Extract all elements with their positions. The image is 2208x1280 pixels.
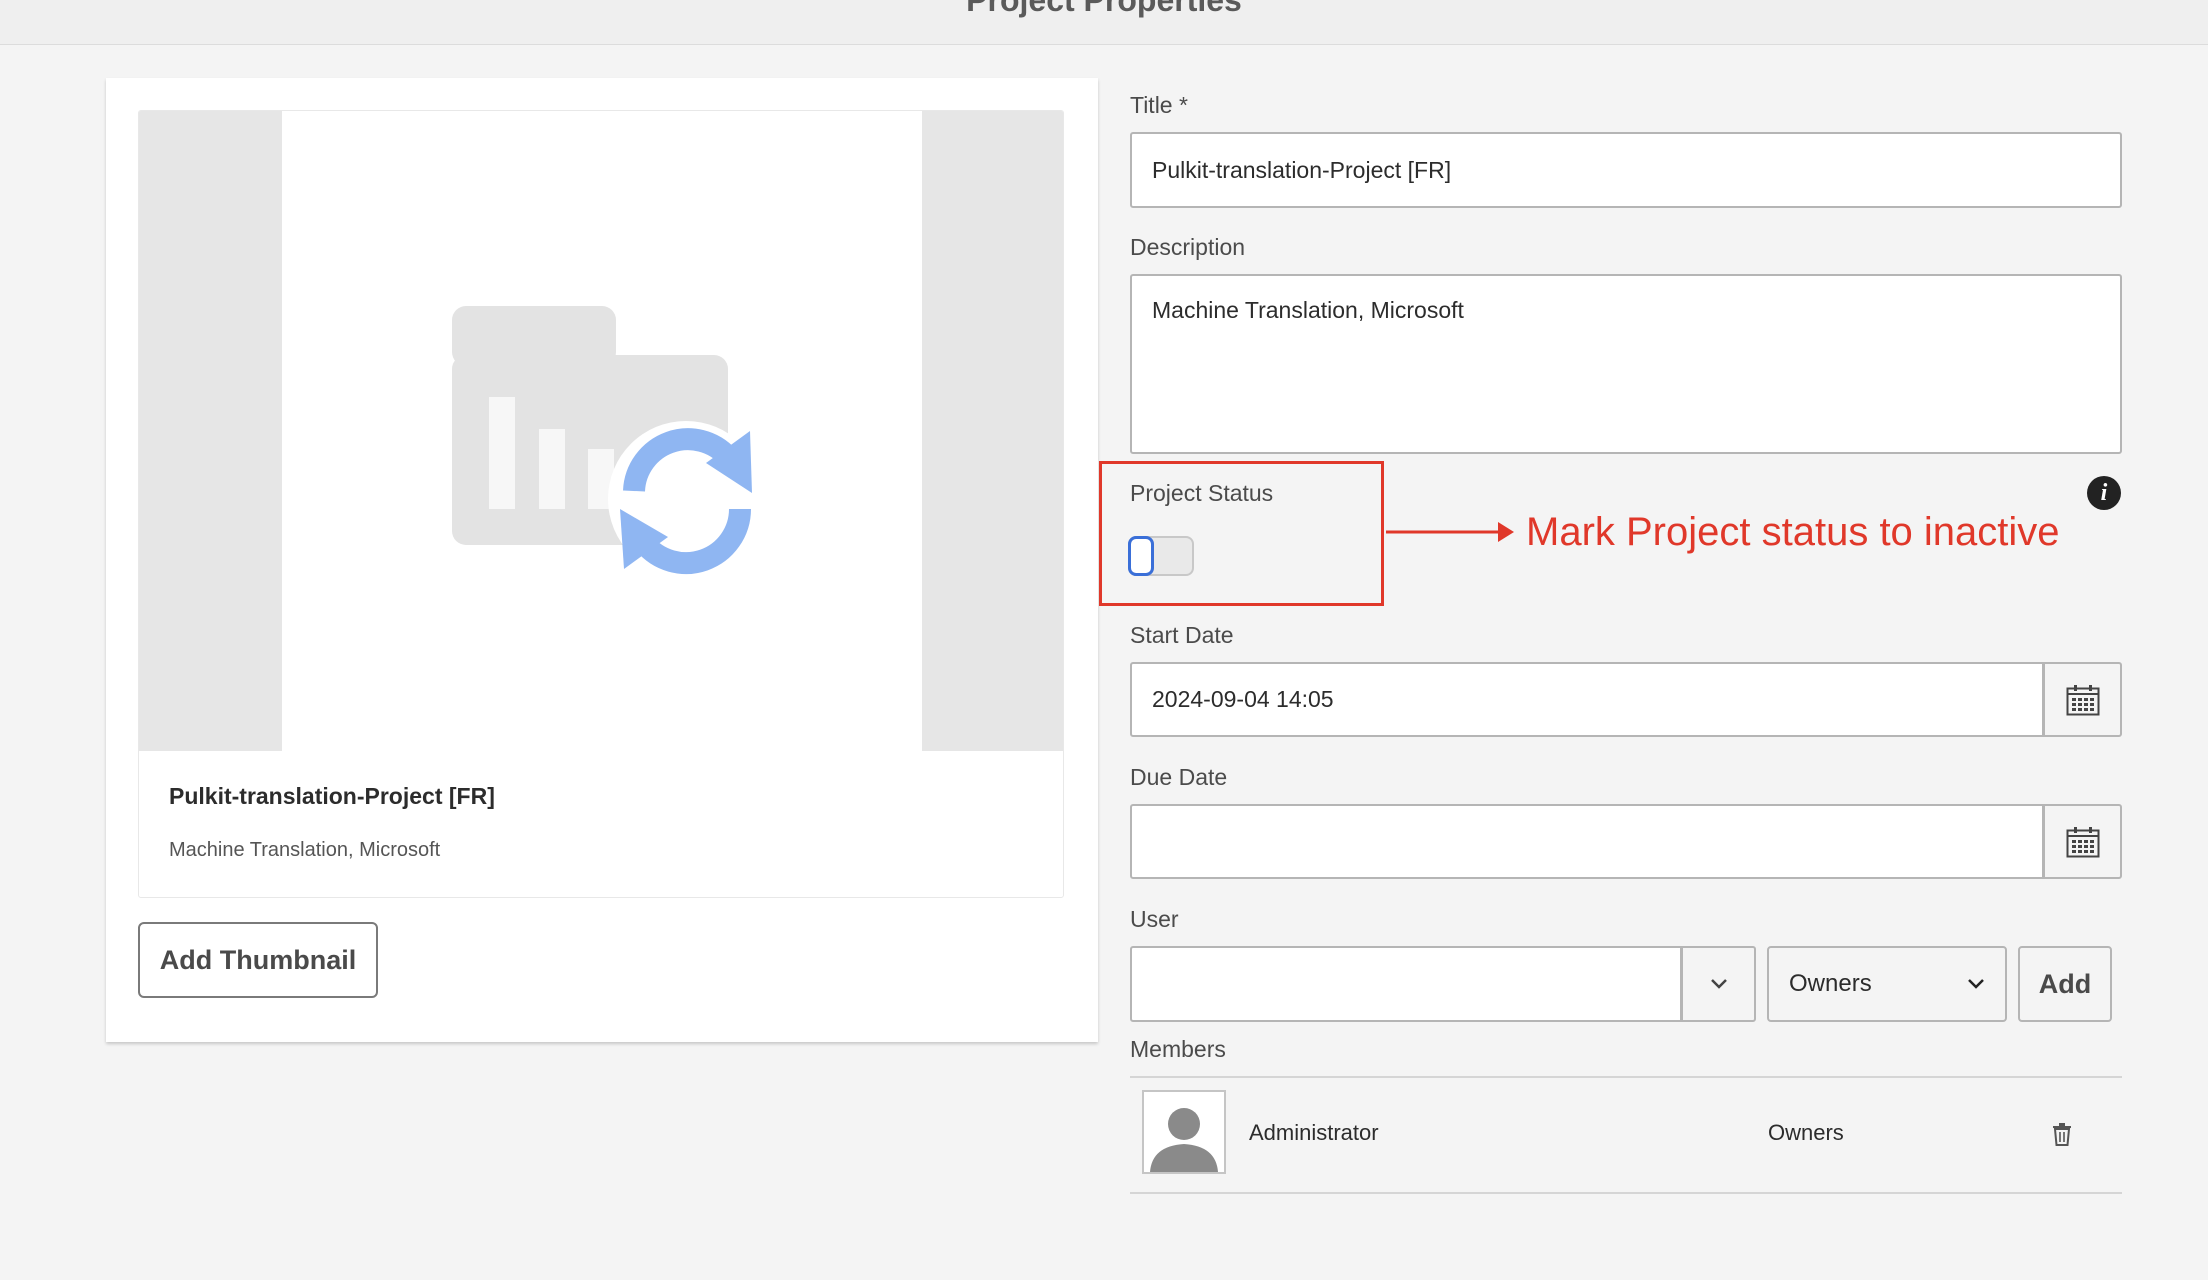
- calendar-icon: [2066, 826, 2099, 857]
- trash-icon[interactable]: [2052, 1122, 2072, 1146]
- page-title: Project Properties: [966, 0, 1242, 18]
- start-date-input[interactable]: [1130, 662, 2044, 737]
- add-thumbnail-button[interactable]: Add Thumbnail: [138, 922, 378, 998]
- due-date-label: Due Date: [1130, 764, 1228, 790]
- card-description: Machine Translation, Microsoft: [169, 839, 441, 861]
- members-label: Members: [1130, 1036, 1226, 1062]
- thumbnail-panel: Pulkit-translation-Project [FR] Machine …: [106, 78, 1098, 1042]
- card-title: Pulkit-translation-Project [FR]: [169, 783, 495, 809]
- role-select[interactable]: Owners: [1767, 946, 2007, 1022]
- user-avatar-icon: [1142, 1090, 1226, 1174]
- annotation-highlight-box: [1099, 461, 1384, 606]
- project-thumbnail: [139, 111, 1063, 751]
- info-icon[interactable]: i: [2087, 476, 2121, 510]
- member-name: Administrator: [1249, 1120, 1379, 1145]
- annotation-arrow-icon: [1386, 522, 1514, 542]
- chevron-down-icon: [1968, 979, 1984, 989]
- role-select-value: Owners: [1789, 970, 1872, 997]
- description-label: Description: [1130, 234, 1246, 260]
- member-role: Owners: [1768, 1120, 1844, 1145]
- project-card: Pulkit-translation-Project [FR] Machine …: [138, 110, 1064, 898]
- description-textarea[interactable]: Machine Translation, Microsoft: [1130, 274, 2122, 454]
- add-user-button[interactable]: Add: [2018, 946, 2112, 1022]
- calendar-icon: [2066, 684, 2099, 715]
- due-date-calendar-button[interactable]: [2043, 804, 2122, 879]
- title-label: Title *: [1130, 92, 1188, 118]
- members-list: Administrator Owners: [1130, 1076, 2122, 1194]
- start-date-label: Start Date: [1130, 622, 1234, 648]
- member-row: Administrator Owners: [1130, 1078, 2122, 1194]
- user-dropdown-button[interactable]: [1681, 946, 1756, 1022]
- user-label: User: [1130, 906, 1179, 932]
- header-bar: Project Properties: [0, 0, 2208, 45]
- translation-project-icon: [452, 306, 764, 577]
- chevron-down-icon: [1710, 979, 1727, 989]
- start-date-calendar-button[interactable]: [2043, 662, 2122, 737]
- due-date-input[interactable]: [1130, 804, 2044, 879]
- title-input[interactable]: [1130, 132, 2122, 208]
- annotation-text: Mark Project status to inactive: [1526, 510, 2060, 554]
- user-input[interactable]: [1130, 946, 1682, 1022]
